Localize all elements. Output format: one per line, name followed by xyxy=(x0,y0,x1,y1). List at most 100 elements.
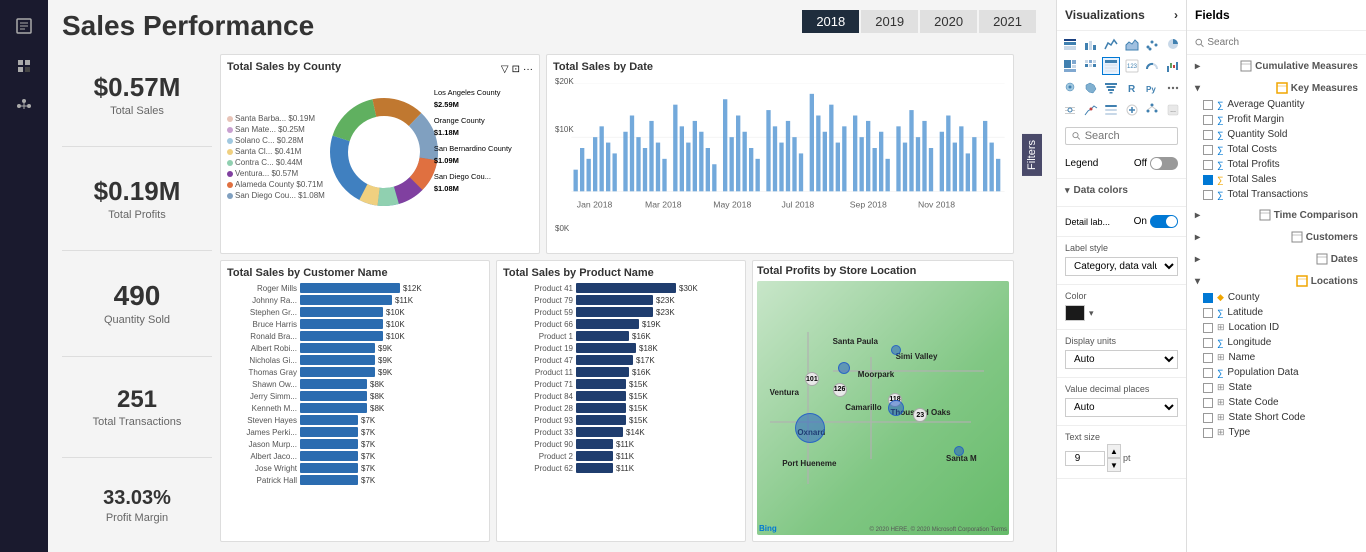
hbar-row-jerry: Jerry Simm...$8K xyxy=(227,391,483,401)
year-btn-2019[interactable]: 2019 xyxy=(861,10,918,33)
fields-section-customers-header[interactable]: ▸ Customers xyxy=(1187,228,1366,246)
chevron-right-icon: ▸ xyxy=(1195,61,1200,72)
field-stateshortcode[interactable]: ⊞ State Short Code xyxy=(1187,410,1366,425)
field-county[interactable]: ◆ County xyxy=(1187,290,1366,305)
field-avgqty-checkbox[interactable] xyxy=(1203,100,1213,110)
field-totalprofits[interactable]: ∑ Total Profits xyxy=(1187,157,1366,172)
hbar-row-14: Jose Wright$7K xyxy=(227,463,483,473)
properties-search-input[interactable] xyxy=(1085,130,1171,142)
more-icon[interactable]: ··· xyxy=(523,64,533,75)
text-size-up-btn[interactable]: ▲ xyxy=(1107,444,1121,458)
field-qtysold[interactable]: ∑ Quantity Sold xyxy=(1187,127,1366,142)
viz-icon-gauge[interactable] xyxy=(1143,57,1161,75)
filters-tab[interactable]: Filters xyxy=(1022,134,1042,176)
field-populationdata[interactable]: ∑ Population Data xyxy=(1187,365,1366,380)
field-longitude[interactable]: ∑ Longitude xyxy=(1187,335,1366,350)
detail-labels-toggle[interactable]: On xyxy=(1134,215,1178,228)
field-totalsales-checkbox[interactable] xyxy=(1203,175,1213,185)
fields-section-locations-header[interactable]: ▾ Locations xyxy=(1187,272,1366,290)
color-swatch-box[interactable] xyxy=(1065,305,1085,321)
properties-search[interactable] xyxy=(1065,127,1178,145)
field-stateshortcode-checkbox[interactable] xyxy=(1203,413,1213,423)
text-size-down-btn[interactable]: ▼ xyxy=(1107,458,1121,472)
field-qtysold-checkbox[interactable] xyxy=(1203,130,1213,140)
fields-section-timecomp-header[interactable]: ▸ Time Comparison xyxy=(1187,206,1366,224)
field-name-checkbox[interactable] xyxy=(1203,353,1213,363)
viz-icon-decomp[interactable] xyxy=(1143,101,1161,119)
field-state-checkbox[interactable] xyxy=(1203,383,1213,393)
text-size-input[interactable] xyxy=(1065,451,1105,466)
viz-icon-analytics[interactable] xyxy=(1082,101,1100,119)
field-latitude[interactable]: ∑ Latitude xyxy=(1187,305,1366,320)
viz-icon-format[interactable] xyxy=(1061,101,1079,119)
year-btn-2021[interactable]: 2021 xyxy=(979,10,1036,33)
fields-section-cumulative-header[interactable]: ▸ Cumulative Measures xyxy=(1187,57,1366,75)
year-btn-2020[interactable]: 2020 xyxy=(920,10,977,33)
viz-icon-filled-map[interactable] xyxy=(1082,79,1100,97)
viz-icon-map[interactable] xyxy=(1061,79,1079,97)
map-card[interactable]: Total Profits by Store Location Ventura … xyxy=(752,260,1014,542)
viz-icon-more[interactable] xyxy=(1164,79,1182,97)
field-totalsales[interactable]: ∑ Total Sales xyxy=(1187,172,1366,187)
sidebar-icon-report[interactable] xyxy=(6,8,42,44)
viz-icon-scatter[interactable] xyxy=(1143,35,1161,53)
legend-track[interactable] xyxy=(1150,157,1178,170)
viz-panel-chevron[interactable]: › xyxy=(1174,8,1178,22)
fields-section-dates-header[interactable]: ▸ Dates xyxy=(1187,250,1366,268)
field-totaltransactions-checkbox[interactable] xyxy=(1203,190,1213,200)
viz-icon-funnel[interactable] xyxy=(1102,79,1120,97)
field-totalprofits-checkbox[interactable] xyxy=(1203,160,1213,170)
viz-icon-clustered-bar[interactable] xyxy=(1082,35,1100,53)
field-locationid[interactable]: ⊞ Location ID xyxy=(1187,320,1366,335)
viz-icon-line-chart[interactable] xyxy=(1102,35,1120,53)
fields-search-input[interactable] xyxy=(1204,35,1358,50)
customer-bar-card[interactable]: Total Sales by Customer Name Roger Mills… xyxy=(220,260,490,542)
field-avgqty[interactable]: ∑ Average Quantity xyxy=(1187,97,1366,112)
field-type[interactable]: ⊞ Type xyxy=(1187,425,1366,440)
field-profitmargin-checkbox[interactable] xyxy=(1203,115,1213,125)
viz-icon-slicer[interactable] xyxy=(1102,101,1120,119)
field-locationid-checkbox[interactable] xyxy=(1203,323,1213,333)
viz-icon-field-params[interactable] xyxy=(1123,101,1141,119)
viz-icon-area-chart[interactable] xyxy=(1123,35,1141,53)
donut-chart-card[interactable]: Total Sales by County ▽ ⊡ ··· Santa Barb… xyxy=(220,54,540,254)
field-state[interactable]: ⊞ State xyxy=(1187,380,1366,395)
viz-icon-r[interactable]: R xyxy=(1123,79,1141,97)
label-style-select[interactable]: Category, data value Data value Category xyxy=(1065,257,1178,276)
fields-section-keymeasures-header[interactable]: ▾ Key Measures xyxy=(1187,79,1366,97)
field-populationdata-checkbox[interactable] xyxy=(1203,368,1213,378)
viz-icon-stacked-bar[interactable] xyxy=(1061,35,1079,53)
field-latitude-checkbox[interactable] xyxy=(1203,308,1213,318)
field-name[interactable]: ⊞ Name xyxy=(1187,350,1366,365)
prod-row-12: Product 33$14K xyxy=(503,427,739,437)
expand-icon[interactable]: ⊡ xyxy=(512,64,520,75)
product-bar-card[interactable]: Total Sales by Product Name Product 41$3… xyxy=(496,260,746,542)
year-btn-2018[interactable]: 2018 xyxy=(802,10,859,33)
legend-toggle[interactable]: Off xyxy=(1134,157,1178,170)
viz-icon-treemap[interactable] xyxy=(1061,57,1079,75)
viz-icon-pie[interactable] xyxy=(1164,35,1182,53)
viz-icon-card[interactable]: 123 xyxy=(1123,57,1141,75)
field-county-checkbox[interactable] xyxy=(1203,293,1213,303)
field-totalcosts-checkbox[interactable] xyxy=(1203,145,1213,155)
data-colors-title[interactable]: ▾ Data colors xyxy=(1065,185,1178,196)
filter-icon[interactable]: ▽ xyxy=(501,64,509,75)
viz-icon-py[interactable]: Py xyxy=(1143,79,1161,97)
field-profitmargin[interactable]: ∑ Profit Margin xyxy=(1187,112,1366,127)
detail-labels-track[interactable] xyxy=(1150,215,1178,228)
field-totaltransactions[interactable]: ∑ Total Transactions xyxy=(1187,187,1366,202)
viz-icon-table-viz[interactable] xyxy=(1102,57,1120,75)
sidebar-icon-model[interactable] xyxy=(6,88,42,124)
field-longitude-checkbox[interactable] xyxy=(1203,338,1213,348)
line-chart-card[interactable]: Total Sales by Date $20K $10K $0K xyxy=(546,54,1014,254)
field-type-checkbox[interactable] xyxy=(1203,428,1213,438)
viz-icon-waterfall[interactable] xyxy=(1164,57,1182,75)
viz-icon-custom[interactable]: ... xyxy=(1164,101,1182,119)
field-statecode[interactable]: ⊞ State Code xyxy=(1187,395,1366,410)
sidebar-icon-data[interactable] xyxy=(6,48,42,84)
field-statecode-checkbox[interactable] xyxy=(1203,398,1213,408)
field-totalcosts[interactable]: ∑ Total Costs xyxy=(1187,142,1366,157)
display-units-select[interactable]: Auto None Thousands Millions xyxy=(1065,350,1178,369)
viz-icon-matrix[interactable] xyxy=(1082,57,1100,75)
decimal-places-select[interactable]: Auto 0 1 2 xyxy=(1065,398,1178,417)
